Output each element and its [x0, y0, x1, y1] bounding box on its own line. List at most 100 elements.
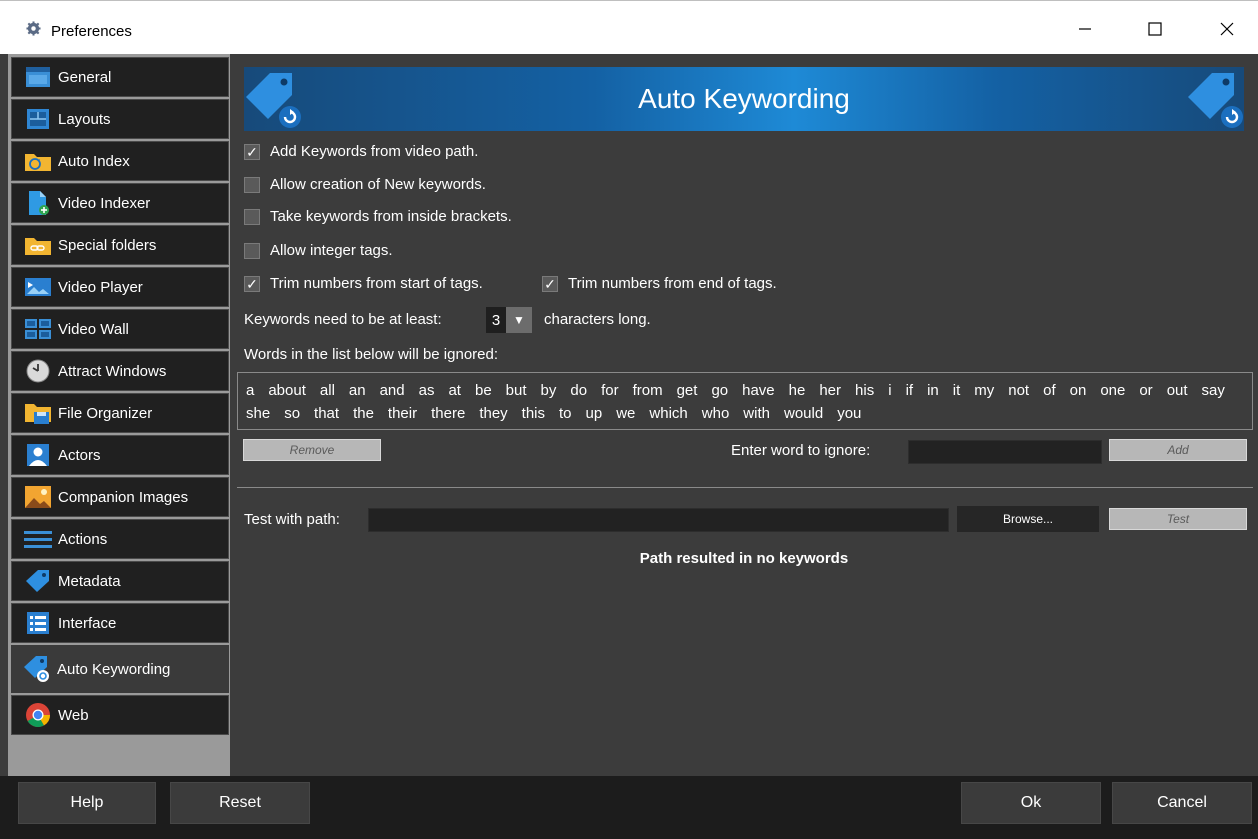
layout-icon	[22, 106, 54, 132]
sidebar-item-general[interactable]: General	[11, 57, 229, 97]
allow-new-keywords-option[interactable]: Allow creation of New keywords.	[244, 176, 486, 193]
ignored-word[interactable]: but	[506, 379, 527, 402]
sidebar-item-attract-windows[interactable]: Attract Windows	[11, 351, 229, 391]
divider	[237, 487, 1253, 488]
ignored-word[interactable]: say	[1202, 379, 1225, 402]
ignored-word[interactable]: we	[616, 402, 635, 425]
ignored-word[interactable]: i	[888, 379, 891, 402]
ignored-word[interactable]: or	[1139, 379, 1152, 402]
ignored-word[interactable]: you	[837, 402, 861, 425]
ignored-word[interactable]: so	[284, 402, 300, 425]
ok-button[interactable]: Ok	[961, 782, 1101, 824]
ignored-word[interactable]: to	[559, 402, 572, 425]
ignored-word[interactable]: their	[388, 402, 417, 425]
ignored-word[interactable]: an	[349, 379, 366, 402]
page-title: Auto Keywording	[638, 83, 850, 114]
sidebar-item-companion-images[interactable]: Companion Images	[11, 477, 229, 517]
test-path-input[interactable]	[368, 508, 949, 532]
remove-button[interactable]: Remove	[243, 439, 381, 461]
ignored-word[interactable]: his	[855, 379, 874, 402]
add-keywords-from-path-option[interactable]: ✓ Add Keywords from video path.	[244, 143, 478, 160]
ignored-word[interactable]: at	[448, 379, 461, 402]
ignored-word[interactable]: one	[1100, 379, 1125, 402]
ignored-word[interactable]: there	[431, 402, 465, 425]
ignored-word[interactable]: on	[1070, 379, 1087, 402]
ignored-word[interactable]: her	[819, 379, 841, 402]
integer-tags-option[interactable]: Allow integer tags.	[244, 242, 393, 259]
ignored-word[interactable]: get	[677, 379, 698, 402]
inside-brackets-checkbox[interactable]	[244, 208, 260, 225]
sidebar-item-interface[interactable]: Interface	[11, 603, 229, 643]
sidebar-item-video-player[interactable]: Video Player	[11, 267, 229, 307]
ignored-word[interactable]: he	[789, 379, 806, 402]
ignored-word[interactable]: of	[1043, 379, 1056, 402]
sidebar: General Layouts Auto Index Video Indexer…	[8, 54, 230, 776]
ignored-word[interactable]: as	[419, 379, 435, 402]
maximize-button[interactable]	[1132, 9, 1178, 49]
ignored-word[interactable]: it	[953, 379, 961, 402]
ignored-word[interactable]: by	[541, 379, 557, 402]
ignored-words-list[interactable]: a about all an and as at be but by do for from get go h…	[237, 372, 1253, 430]
ignored-word[interactable]: in	[927, 379, 939, 402]
browse-button[interactable]: Browse...	[957, 506, 1099, 532]
sidebar-item-auto-keywording[interactable]: Auto Keywording	[11, 645, 229, 693]
dropdown-arrow-icon[interactable]: ▼	[506, 307, 532, 333]
ignored-word[interactable]: which	[649, 402, 687, 425]
ignored-word[interactable]: my	[974, 379, 994, 402]
sidebar-item-video-indexer[interactable]: Video Indexer	[11, 183, 229, 223]
ignored-word[interactable]: for	[601, 379, 619, 402]
ignore-word-input[interactable]	[908, 440, 1102, 464]
sidebar-item-file-organizer[interactable]: File Organizer	[11, 393, 229, 433]
test-button[interactable]: Test	[1109, 508, 1247, 530]
sidebar-item-video-wall[interactable]: Video Wall	[11, 309, 229, 349]
ignored-word[interactable]: she	[246, 402, 270, 425]
cancel-button[interactable]: Cancel	[1112, 782, 1252, 824]
integer-tags-checkbox[interactable]	[244, 242, 260, 259]
ignored-word[interactable]: have	[742, 379, 775, 402]
add-keywords-from-path-checkbox[interactable]: ✓	[244, 143, 260, 160]
ignored-word[interactable]: from	[633, 379, 663, 402]
ignored-word[interactable]: that	[314, 402, 339, 425]
ignored-word[interactable]: not	[1008, 379, 1029, 402]
interface-list-icon	[22, 610, 54, 636]
video-player-icon	[22, 274, 54, 300]
sidebar-item-layouts[interactable]: Layouts	[11, 99, 229, 139]
option-label: Allow creation of New keywords.	[270, 176, 486, 193]
ignored-word[interactable]: the	[353, 402, 374, 425]
ignored-word[interactable]: up	[586, 402, 603, 425]
sidebar-item-web[interactable]: Web	[11, 695, 229, 735]
sidebar-item-auto-index[interactable]: Auto Index	[11, 141, 229, 181]
min-length-select[interactable]: 3 ▼	[486, 307, 538, 333]
reset-button[interactable]: Reset	[170, 782, 310, 824]
help-button[interactable]: Help	[18, 782, 156, 824]
ignored-word[interactable]: would	[784, 402, 823, 425]
sidebar-item-actors[interactable]: Actors	[11, 435, 229, 475]
ignored-word[interactable]: and	[380, 379, 405, 402]
trim-start-option[interactable]: ✓ Trim numbers from start of tags.	[244, 275, 483, 292]
sidebar-item-actions[interactable]: Actions	[11, 519, 229, 559]
ignored-word[interactable]: if	[906, 379, 914, 402]
add-button[interactable]: Add	[1109, 439, 1247, 461]
close-button[interactable]	[1204, 9, 1250, 49]
trim-start-checkbox[interactable]: ✓	[244, 275, 260, 292]
minimize-button[interactable]	[1062, 9, 1108, 49]
sidebar-item-metadata[interactable]: Metadata	[11, 561, 229, 601]
ignored-word[interactable]: who	[702, 402, 730, 425]
allow-new-keywords-checkbox[interactable]	[244, 176, 260, 193]
ignored-word[interactable]: about	[268, 379, 306, 402]
inside-brackets-option[interactable]: Take keywords from inside brackets.	[244, 208, 512, 225]
ignored-word[interactable]: a	[246, 379, 254, 402]
ignored-word[interactable]: do	[570, 379, 587, 402]
trim-end-option[interactable]: ✓ Trim numbers from end of tags.	[542, 275, 777, 292]
ignored-word[interactable]: go	[711, 379, 728, 402]
option-label: Allow integer tags.	[270, 242, 393, 259]
ignored-word[interactable]: be	[475, 379, 492, 402]
ignored-word[interactable]: they	[479, 402, 507, 425]
sidebar-item-special-folders[interactable]: Special folders	[11, 225, 229, 265]
ignored-word[interactable]: all	[320, 379, 335, 402]
option-label: Add Keywords from video path.	[270, 143, 479, 160]
ignored-word[interactable]: with	[743, 402, 770, 425]
ignored-word[interactable]: this	[522, 402, 545, 425]
ignored-word[interactable]: out	[1167, 379, 1188, 402]
trim-end-checkbox[interactable]: ✓	[542, 275, 558, 292]
